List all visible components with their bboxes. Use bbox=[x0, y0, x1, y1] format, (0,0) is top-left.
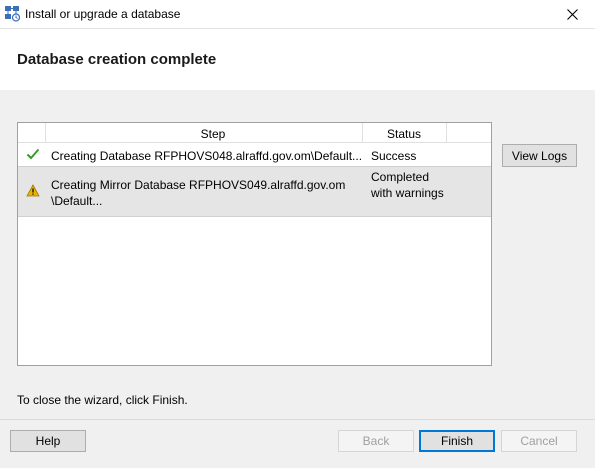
warning-icon bbox=[26, 184, 40, 197]
column-divider bbox=[446, 123, 447, 143]
status-cell: Completed with warnings bbox=[371, 170, 444, 200]
check-icon bbox=[26, 148, 40, 160]
status-cell: Success bbox=[371, 149, 417, 163]
finish-button[interactable]: Finish bbox=[419, 430, 495, 452]
grid-header: Step Status bbox=[18, 123, 491, 143]
wizard-header: Database creation complete bbox=[0, 29, 595, 90]
finish-hint: To close the wizard, click Finish. bbox=[17, 393, 188, 407]
cancel-button[interactable]: Cancel bbox=[501, 430, 577, 452]
title-bar: Install or upgrade a database bbox=[0, 0, 595, 29]
window-title: Install or upgrade a database bbox=[25, 7, 181, 21]
step-cell: Creating Database RFPHOVS048.alraffd.gov… bbox=[51, 149, 363, 163]
footer-divider bbox=[0, 419, 595, 420]
table-row[interactable]: Creating Database RFPHOVS048.alraffd.gov… bbox=[18, 144, 491, 166]
close-icon bbox=[567, 9, 578, 20]
back-button[interactable]: Back bbox=[338, 430, 414, 452]
table-row[interactable]: Creating Mirror Database RFPHOVS049.alra… bbox=[18, 166, 491, 217]
view-logs-button[interactable]: View Logs bbox=[502, 144, 577, 167]
column-header-status[interactable]: Status bbox=[362, 127, 446, 141]
close-button[interactable] bbox=[550, 0, 595, 29]
help-button[interactable]: Help bbox=[10, 430, 86, 452]
steps-grid[interactable]: Step Status Creating Database RFPHOVS048… bbox=[17, 122, 492, 366]
database-app-icon bbox=[5, 6, 20, 22]
column-header-step[interactable]: Step bbox=[45, 127, 381, 141]
step-cell: Creating Mirror Database RFPHOVS049.alra… bbox=[51, 178, 346, 208]
page-title: Database creation complete bbox=[17, 51, 217, 68]
